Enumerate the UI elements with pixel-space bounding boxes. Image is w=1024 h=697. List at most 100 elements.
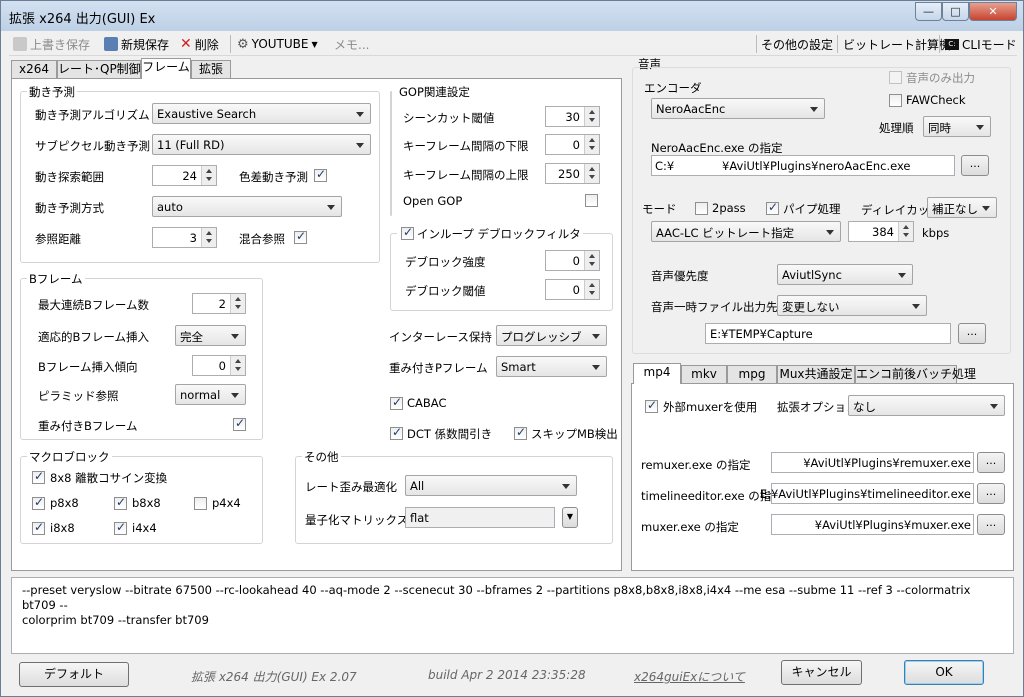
ok-button[interactable]: OK (904, 660, 984, 685)
external-muxer-checkbox[interactable] (645, 398, 658, 413)
mux-tab-mpg[interactable]: mpg (727, 365, 777, 384)
b-adapt-select[interactable]: 完全 (175, 325, 246, 346)
tab-frame[interactable]: フレーム (141, 58, 191, 79)
interlace-label: インターレース保持 (389, 330, 492, 344)
cqm-label: 量子化マトリックス (305, 513, 409, 527)
spin-arrows-icon[interactable] (201, 166, 216, 185)
cli-mode-button[interactable]: C: CLIモード (945, 36, 1017, 52)
timelineeditor-browse-button[interactable]: ... (977, 483, 1005, 504)
audio-priority-select[interactable]: AviutlSync (777, 264, 913, 285)
group-title: Bフレーム (27, 271, 85, 287)
scenecut-stepper[interactable]: 30 (545, 106, 600, 127)
me-algorithm-select[interactable]: Exaustive Search (152, 103, 371, 124)
me-method-select[interactable]: auto (152, 196, 342, 217)
spin-arrows-icon[interactable] (584, 280, 599, 299)
interlace-select[interactable]: プログレッシブ (496, 325, 607, 346)
group-title: GOP関連設定 (397, 84, 472, 100)
delay-cut-select[interactable]: 補正なし (927, 197, 997, 218)
spin-arrows-icon[interactable] (584, 107, 599, 126)
cqm-field[interactable]: flat (405, 507, 555, 528)
audio-temp-select[interactable]: 変更しない (777, 295, 927, 316)
timelineeditor-path-field[interactable]: E:¥AviUtl¥Plugins¥timelineeditor.exe (760, 483, 974, 504)
spin-arrows-icon[interactable] (584, 135, 599, 154)
tab-extended[interactable]: 拡張 (191, 60, 231, 79)
overwrite-save-button[interactable]: 上書き保存 (13, 36, 90, 52)
audio-mode-select[interactable]: AAC-LC ビットレート指定 (651, 221, 841, 242)
i8x8-checkbox[interactable] (32, 520, 45, 535)
remuxer-browse-button[interactable]: ... (977, 452, 1005, 473)
minimize-button[interactable]: — (915, 2, 942, 21)
two-pass-checkbox[interactable] (695, 202, 708, 215)
p8x8-checkbox[interactable] (32, 495, 45, 510)
about-link[interactable]: x264guiExについて (634, 668, 745, 685)
open-gop-checkbox[interactable] (585, 194, 598, 207)
b8x8-checkbox[interactable] (114, 495, 127, 510)
chroma-me-checkbox[interactable] (314, 167, 327, 182)
b-bias-stepper[interactable]: 0 (192, 355, 246, 376)
command-line-textbox[interactable]: --preset veryslow --bitrate 67500 --rc-l… (11, 577, 1014, 654)
muxer-browse-button[interactable]: ... (977, 514, 1005, 535)
process-order-select[interactable]: 同時 (923, 116, 991, 137)
close-button[interactable]: ✕ (969, 2, 1017, 21)
encoder-path-browse-button[interactable]: ... (961, 155, 989, 176)
ext-option-select[interactable]: なし (848, 395, 1005, 416)
weight-b-checkbox[interactable] (233, 416, 246, 431)
dct8x8-checkbox[interactable] (32, 469, 45, 484)
deblock-threshold-stepper[interactable]: 0 (545, 279, 600, 300)
i4x4-checkbox[interactable] (114, 520, 127, 535)
audio-temp-browse-button[interactable]: ... (958, 323, 986, 344)
delete-button[interactable]: ✕ 削除 (180, 36, 219, 52)
audio-bitrate-stepper[interactable]: 384 (848, 221, 914, 242)
trellis-select[interactable]: All (405, 475, 577, 496)
chevron-down-icon: ▼ (311, 39, 318, 49)
ref-distance-stepper[interactable]: 3 (152, 227, 217, 248)
audio-encoder-select[interactable]: NeroAacEnc (651, 98, 825, 119)
mixed-ref-checkbox[interactable] (294, 229, 307, 244)
fast-pskip-checkbox[interactable] (514, 425, 527, 440)
audio-temp-path-field[interactable]: E:¥TEMP¥Capture (705, 323, 951, 344)
spin-arrows-icon[interactable] (584, 251, 599, 270)
tab-x264[interactable]: x264 (11, 60, 57, 79)
default-button[interactable]: デフォルト (19, 662, 129, 687)
bframes-max-stepper[interactable]: 2 (192, 293, 246, 314)
pipe-checkbox[interactable] (766, 200, 779, 215)
remuxer-path-field[interactable]: ¥AviUtl¥Plugins¥remuxer.exe (771, 452, 974, 473)
faw-check-checkbox[interactable] (889, 94, 902, 107)
mux-tab-common[interactable]: Mux共通設定 (777, 365, 855, 384)
spin-arrows-icon[interactable] (230, 356, 245, 375)
subpel-select[interactable]: 11 (Full RD) (152, 134, 371, 155)
cancel-button[interactable]: キャンセル (781, 660, 862, 685)
me-range-stepper[interactable]: 24 (152, 165, 217, 186)
spin-arrows-icon[interactable] (201, 228, 216, 247)
deblock-enable-checkbox[interactable] (401, 225, 414, 240)
title-bar[interactable]: 拡張 x264 出力(GUI) Ex — □ ✕ (1, 1, 1023, 31)
cqm-dropdown-button[interactable]: ▼ (562, 507, 578, 528)
keyint-max-stepper[interactable]: 250 (545, 163, 600, 184)
spin-arrows-icon[interactable] (898, 222, 913, 241)
muxer-path-field[interactable]: ¥AviUtl¥Plugins¥muxer.exe (771, 514, 974, 535)
mux-tab-mp4[interactable]: mp4 (633, 363, 681, 384)
weight-p-select[interactable]: Smart (496, 356, 607, 377)
maximize-button[interactable]: □ (942, 2, 969, 21)
deblock-strength-stepper[interactable]: 0 (545, 250, 600, 271)
encoder-path-field[interactable]: C:¥ ¥AviUtl¥Plugins¥neroAacEnc.exe (651, 155, 955, 176)
p4x4-checkbox[interactable] (194, 497, 207, 510)
spin-arrows-icon[interactable] (230, 294, 245, 313)
audio-only-checkbox[interactable] (889, 71, 902, 84)
chevron-down-icon (826, 230, 834, 235)
mux-tab-mkv[interactable]: mkv (681, 365, 727, 384)
other-settings-button[interactable]: その他の設定 (761, 36, 833, 52)
memo-input[interactable]: メモ... (334, 36, 369, 52)
keyint-min-stepper[interactable]: 0 (545, 134, 600, 155)
spin-arrows-icon[interactable] (584, 164, 599, 183)
cabac-checkbox[interactable] (390, 395, 403, 410)
build-label: build Apr 2 2014 23:35:28 (428, 668, 586, 682)
bitrate-calculator-button[interactable]: ビットレート計算機 (843, 36, 951, 52)
save-new-button[interactable]: 新規保存 (104, 36, 169, 52)
profile-dropdown[interactable]: ⚙ YOUTUBE ▼ (237, 36, 318, 52)
b-pyramid-select[interactable]: normal (175, 384, 246, 405)
mux-tab-batch[interactable]: エンコ前後バッチ処理 (855, 365, 976, 384)
dct-decimate-checkbox[interactable] (390, 425, 403, 440)
tab-rate-qp[interactable]: レート･QP制御 (57, 60, 141, 79)
gear-icon: ⚙ (237, 36, 249, 52)
